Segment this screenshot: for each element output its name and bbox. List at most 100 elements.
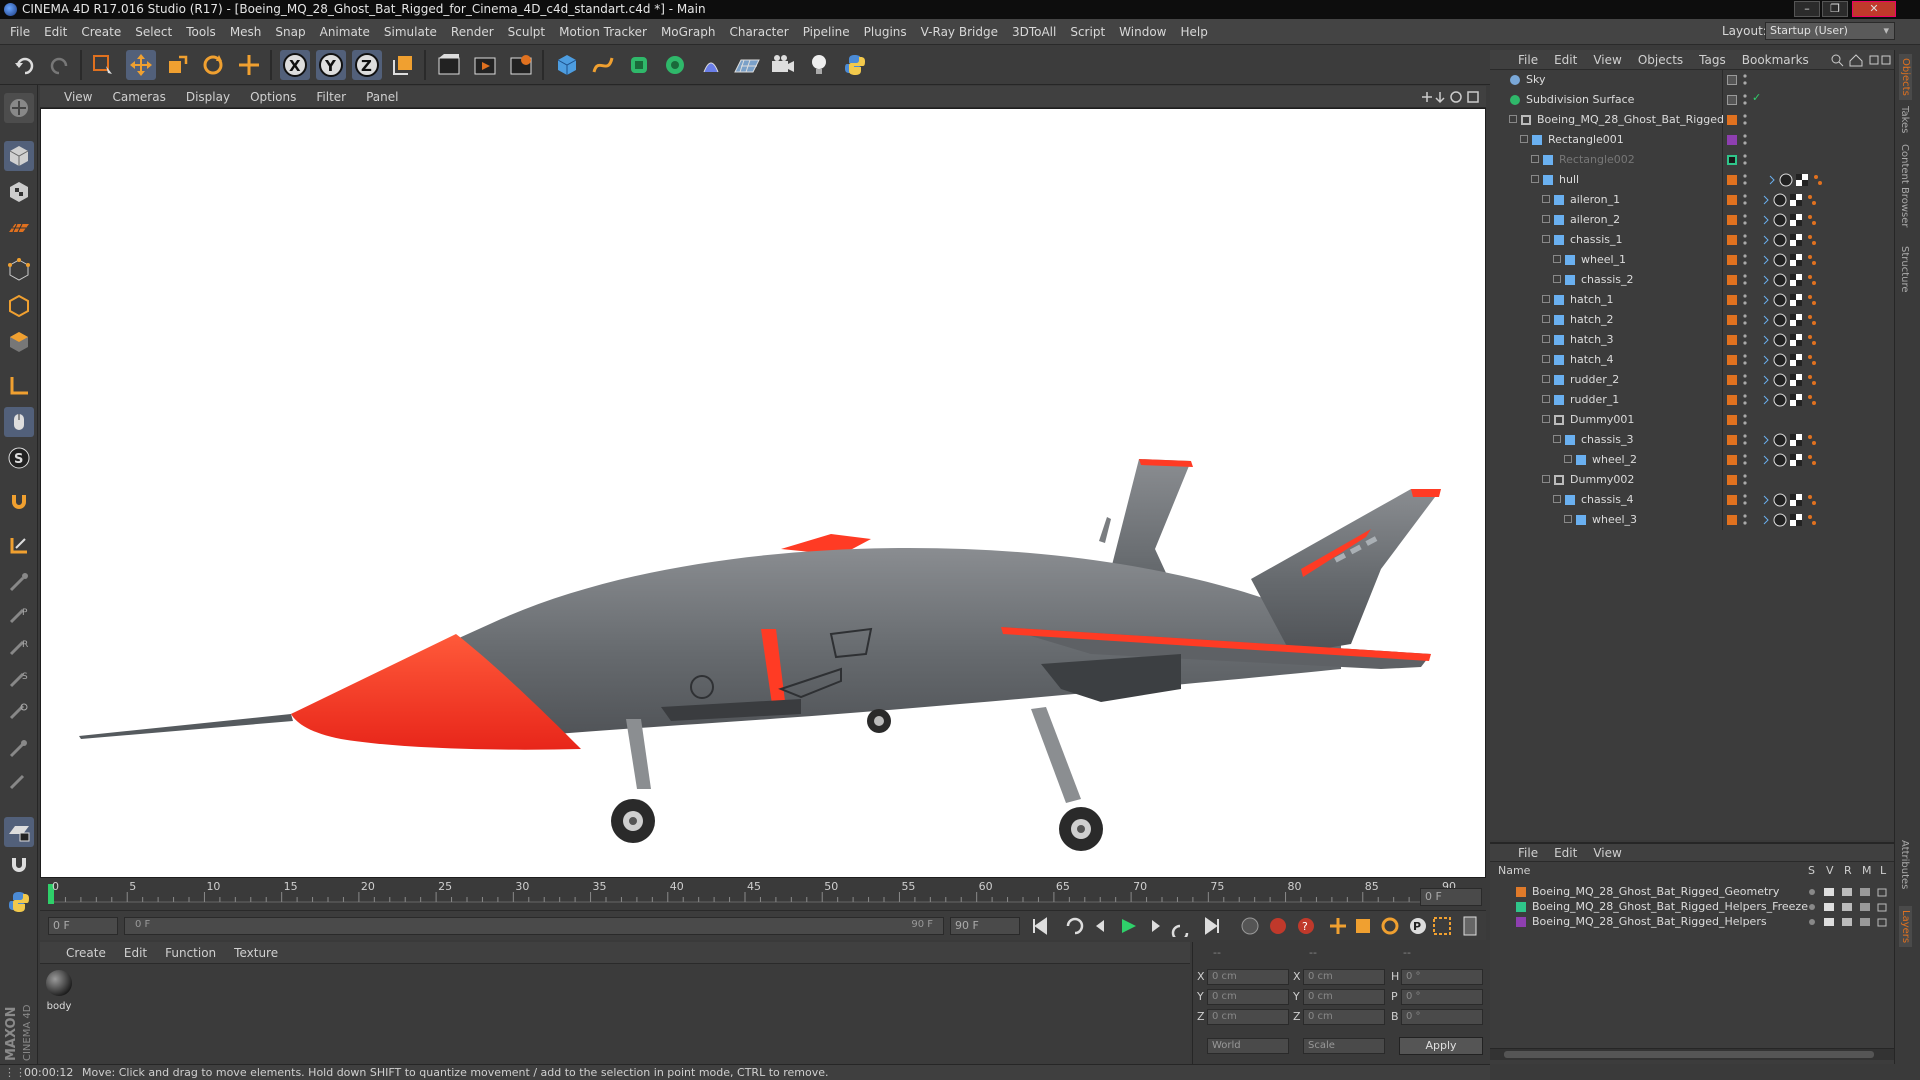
visibility-dots-icon[interactable]	[1743, 373, 1747, 386]
visibility-dots-icon[interactable]	[1743, 133, 1747, 146]
sculpt-inflate-icon[interactable]	[4, 733, 34, 763]
size-x-field[interactable]: 0 cm	[1303, 969, 1385, 985]
menu-character[interactable]: Character	[729, 25, 788, 39]
menu-animate[interactable]: Animate	[320, 25, 370, 39]
layer-color-swatch[interactable]	[1727, 435, 1737, 445]
object-row[interactable]: Sky	[1490, 70, 1894, 90]
object-row[interactable]: Dummy001	[1490, 410, 1894, 430]
menu-file[interactable]: File	[10, 25, 30, 39]
size-z-field[interactable]: 0 cm	[1303, 1009, 1385, 1025]
render-settings-icon[interactable]	[506, 50, 536, 80]
start-frame-field[interactable]: 0 F	[48, 917, 118, 935]
visibility-dots-icon[interactable]	[1743, 313, 1747, 326]
object-row[interactable]: wheel_2	[1490, 450, 1894, 470]
object-row[interactable]: chassis_4	[1490, 490, 1894, 510]
material-menu-function[interactable]: Function	[165, 946, 216, 960]
locked-workplane-icon[interactable]	[4, 531, 34, 561]
visibility-dots-icon[interactable]	[1743, 513, 1747, 526]
coord-mode-world-dropdown[interactable]: World	[1207, 1038, 1289, 1054]
menu-snap[interactable]: Snap	[275, 25, 305, 39]
expand-toggle-icon[interactable]	[1531, 175, 1539, 183]
layer-color-swatch[interactable]	[1727, 155, 1737, 165]
object-row[interactable]: hatch_1	[1490, 290, 1894, 310]
viewport-nav-icons[interactable]	[1420, 90, 1482, 104]
objects-menu-tags[interactable]: Tags	[1699, 53, 1726, 67]
menu-select[interactable]: Select	[135, 25, 172, 39]
object-row[interactable]: Dummy002	[1490, 470, 1894, 490]
rotation-p-field[interactable]: 0 °	[1401, 989, 1483, 1005]
visibility-dots-icon[interactable]	[1743, 153, 1747, 166]
expand-toggle-icon[interactable]	[1520, 135, 1528, 143]
menu-plugins[interactable]: Plugins	[864, 25, 907, 39]
scale-tool-icon[interactable]	[162, 50, 192, 80]
visibility-dots-icon[interactable]	[1743, 473, 1747, 486]
render-view-icon[interactable]	[434, 50, 464, 80]
expand-toggle-icon[interactable]	[1553, 255, 1561, 263]
layer-color-swatch[interactable]	[1727, 355, 1737, 365]
layers-menu-file[interactable]: File	[1518, 846, 1538, 860]
polygons-mode-icon[interactable]	[4, 327, 34, 357]
make-editable-icon[interactable]	[4, 93, 34, 123]
rotate-tool-icon[interactable]	[198, 50, 228, 80]
enabled-check-icon[interactable]: ✓	[1752, 91, 1761, 104]
deformer-icon[interactable]	[696, 50, 726, 80]
z-axis-icon[interactable]: Z	[352, 50, 382, 80]
objects-menu-edit[interactable]: Edit	[1554, 53, 1577, 67]
object-tags[interactable]	[1762, 372, 1832, 391]
layer-color-swatch[interactable]	[1516, 902, 1526, 912]
timeline-ruler[interactable]: 0 5 10 15 20 25 30 35 40 45 50 55 60 65 70 75 80 85 90 0 F	[40, 880, 1486, 910]
position-y-field[interactable]: 0 cm	[1207, 989, 1289, 1005]
menu-render[interactable]: Render	[451, 25, 494, 39]
object-tags[interactable]	[1762, 492, 1832, 511]
layer-color-swatch[interactable]	[1727, 515, 1737, 525]
expand-toggle-icon[interactable]	[1542, 235, 1550, 243]
object-row[interactable]: aileron_1	[1490, 190, 1894, 210]
menu-edit[interactable]: Edit	[44, 25, 67, 39]
expand-toggle-icon[interactable]	[1542, 215, 1550, 223]
layers-menu-edit[interactable]: Edit	[1554, 846, 1577, 860]
visibility-dots-icon[interactable]	[1743, 333, 1747, 346]
tweak-mode-icon[interactable]	[4, 407, 34, 437]
tab-attributes[interactable]: Attributes	[1899, 840, 1910, 889]
material-menu-edit[interactable]: Edit	[124, 946, 147, 960]
object-row[interactable]: chassis_2	[1490, 270, 1894, 290]
menu-vray-bridge[interactable]: V-Ray Bridge	[921, 25, 998, 39]
rotation-b-field[interactable]: 0 °	[1401, 1009, 1483, 1025]
layer-row[interactable]: Boeing_MQ_28_Ghost_Bat_Rigged_Helpers	[1490, 914, 1894, 929]
layer-color-swatch[interactable]	[1727, 215, 1737, 225]
object-row[interactable]: hull	[1490, 170, 1894, 190]
layer-row[interactable]: Boeing_MQ_28_Ghost_Bat_Rigged_Geometry	[1490, 884, 1894, 899]
object-tags[interactable]	[1762, 252, 1832, 271]
sculpt-flatten-icon[interactable]	[4, 765, 34, 795]
current-frame-field[interactable]: 0 F	[1420, 888, 1482, 906]
object-tags[interactable]	[1762, 272, 1832, 291]
tab-content-browser[interactable]: Content Browser	[1899, 144, 1910, 227]
position-x-field[interactable]: 0 cm	[1207, 969, 1289, 985]
layer-color-swatch[interactable]	[1727, 75, 1737, 85]
visibility-dots-icon[interactable]	[1743, 213, 1747, 226]
visibility-dots-icon[interactable]	[1743, 293, 1747, 306]
visibility-dots-icon[interactable]	[1743, 93, 1747, 106]
expand-toggle-icon[interactable]	[1531, 155, 1539, 163]
object-row[interactable]: rudder_1	[1490, 390, 1894, 410]
expand-toggle-icon[interactable]	[1542, 195, 1550, 203]
visibility-dots-icon[interactable]	[1743, 433, 1747, 446]
object-row[interactable]: aileron_2	[1490, 210, 1894, 230]
menu-create[interactable]: Create	[81, 25, 121, 39]
camera-icon[interactable]	[768, 50, 798, 80]
rotation-h-field[interactable]: 0 °	[1401, 969, 1483, 985]
menu-simulate[interactable]: Simulate	[384, 25, 437, 39]
material-menu-create[interactable]: Create	[66, 946, 106, 960]
object-row[interactable]: Rectangle002	[1490, 150, 1894, 170]
expand-toggle-icon[interactable]	[1553, 435, 1561, 443]
object-manager-search-icons[interactable]	[1830, 53, 1892, 67]
visibility-dots-icon[interactable]	[1743, 233, 1747, 246]
cloner-icon[interactable]	[660, 50, 690, 80]
expand-toggle-icon[interactable]	[1542, 375, 1550, 383]
tab-objects[interactable]: Objects	[1899, 54, 1912, 100]
position-z-field[interactable]: 0 cm	[1207, 1009, 1289, 1025]
cube-icon[interactable]	[552, 50, 582, 80]
layer-color-swatch[interactable]	[1727, 475, 1737, 485]
sculpt-grab-icon[interactable]: S	[4, 663, 34, 693]
visibility-dots-icon[interactable]	[1743, 413, 1747, 426]
